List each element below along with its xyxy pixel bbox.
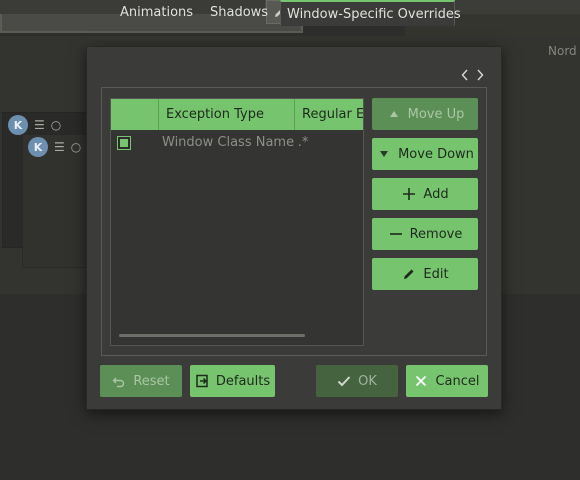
kde-logo-icon: K: [28, 137, 48, 157]
close-icon: [414, 374, 428, 388]
move-down-button[interactable]: Move Down: [372, 138, 478, 170]
defaults-label: Defaults: [215, 373, 271, 389]
table-header: Exception Type Regular Ex: [111, 99, 363, 130]
add-button[interactable]: Add: [372, 178, 478, 210]
horizontal-scrollbar[interactable]: [119, 334, 305, 337]
background-titlebar: K ☰ ○: [8, 115, 61, 135]
defaults-icon: [195, 374, 209, 388]
background-titlebar: K ☰ ○: [28, 137, 81, 157]
column-header-enabled[interactable]: [111, 99, 159, 130]
tab-scroll-right-button[interactable]: [473, 62, 487, 88]
cancel-label: Cancel: [435, 373, 480, 389]
circle-icon: ○: [50, 118, 62, 132]
reset-label: Reset: [133, 373, 170, 389]
chevron-left-icon: [461, 69, 468, 81]
add-label: Add: [423, 186, 449, 202]
tab-shadows[interactable]: Shadows: [204, 0, 274, 26]
reset-button[interactable]: Reset: [100, 365, 182, 397]
row-enabled-checkbox[interactable]: [117, 135, 131, 150]
row-regex: .*: [297, 135, 309, 150]
pencil-icon: [401, 266, 417, 282]
move-down-label: Move Down: [398, 146, 474, 162]
table-row[interactable]: Window Class Name .*: [111, 130, 363, 155]
menu-icon: ☰: [34, 118, 45, 132]
circle-icon: ○: [70, 140, 82, 154]
menu-icon: ☰: [54, 140, 65, 154]
background-panel-content: [455, 0, 580, 14]
tab-animations[interactable]: Animations: [114, 0, 199, 26]
remove-label: Remove: [409, 226, 463, 242]
edit-label: Edit: [423, 266, 449, 282]
move-up-button[interactable]: Move Up: [372, 98, 478, 130]
ok-label: OK: [358, 373, 377, 389]
triangle-up-icon: [386, 106, 402, 122]
ok-button[interactable]: OK: [316, 365, 398, 397]
edit-button[interactable]: Edit: [372, 258, 478, 290]
minus-icon: [388, 226, 404, 242]
cancel-button[interactable]: Cancel: [406, 365, 488, 397]
tab-scroll-left-button[interactable]: [458, 62, 472, 88]
row-exception-type: Window Class Name: [162, 135, 295, 150]
checkmark-icon: [337, 374, 351, 388]
checkbox-checked-mark: [120, 138, 128, 147]
plus-icon: [401, 186, 417, 202]
background-label: Nord: [548, 44, 577, 58]
tab-window-specific-overrides[interactable]: Window-Specific Overrides: [280, 0, 461, 26]
tab-bar: [101, 62, 487, 88]
defaults-button[interactable]: Defaults: [190, 365, 275, 397]
column-header-exception-type[interactable]: Exception Type: [159, 99, 295, 130]
undo-icon: [112, 374, 126, 388]
chevron-right-icon: [477, 69, 484, 81]
move-up-label: Move Up: [407, 106, 465, 122]
triangle-down-icon: [376, 146, 392, 162]
kde-logo-icon: K: [8, 115, 28, 135]
remove-button[interactable]: Remove: [372, 218, 478, 250]
exceptions-table[interactable]: Exception Type Regular Ex Window Class N…: [110, 98, 364, 346]
column-header-regular-expression[interactable]: Regular Ex: [295, 99, 363, 130]
